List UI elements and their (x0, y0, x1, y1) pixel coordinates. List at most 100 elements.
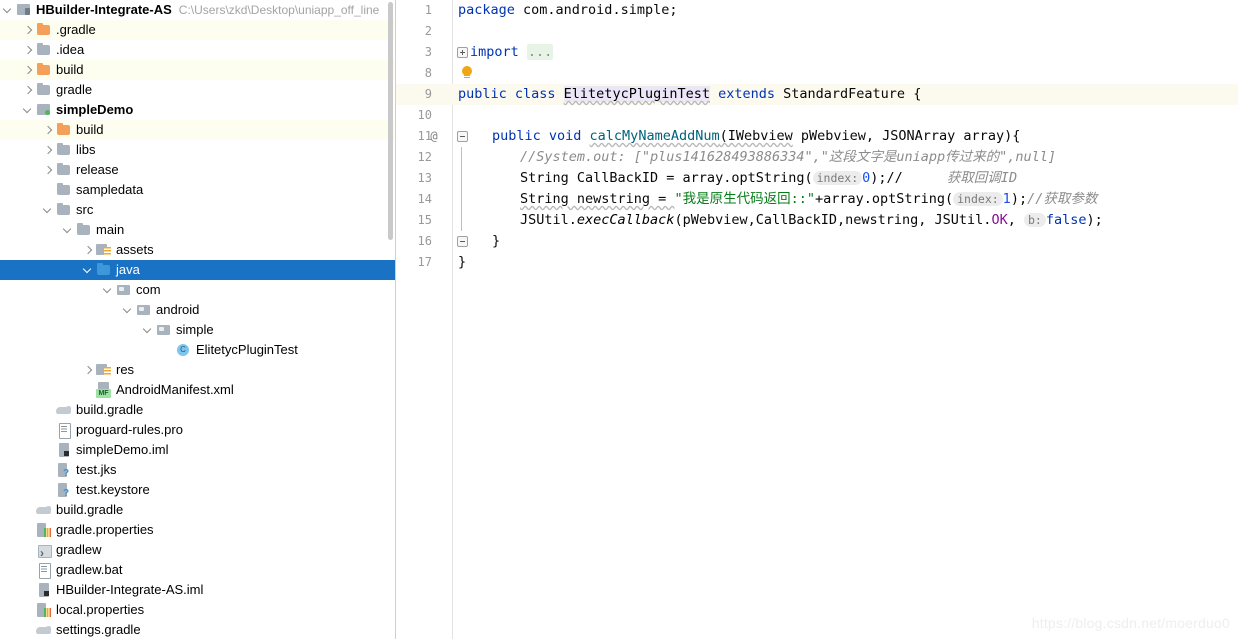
code-line[interactable]: 12 //System.out: ["plus141628493886334",… (396, 147, 1238, 168)
chevron-right-icon[interactable] (42, 120, 55, 140)
fold-expand-icon[interactable] (457, 47, 468, 58)
tree-row-elitetycplugintest[interactable]: ElitetycPluginTest (0, 340, 395, 360)
tree-row-test-jks[interactable]: test.jks (0, 460, 395, 484)
method-param-type: (IWebview (719, 128, 793, 144)
tree-row-main[interactable]: main (0, 220, 395, 240)
code-editor[interactable]: 1 package com.android.simple; 2 3 import… (396, 0, 1238, 639)
intention-bulb-icon[interactable] (460, 66, 474, 81)
tree-row-com[interactable]: com (0, 280, 395, 300)
chevron-right-icon[interactable] (22, 80, 35, 100)
tree-row-res[interactable]: res (0, 360, 395, 380)
tree-row-build[interactable]: build (0, 120, 395, 140)
chevron-down-icon[interactable] (22, 100, 35, 120)
chevron-down-icon[interactable] (82, 260, 95, 280)
code-line[interactable]: 17 } (396, 252, 1238, 273)
tree-row--gradle[interactable]: .gradle (0, 20, 395, 40)
code-line[interactable]: 10 (396, 105, 1238, 126)
tree-row-src[interactable]: src (0, 200, 395, 220)
tree-row-assets[interactable]: assets (0, 240, 395, 260)
tree-row-gradle[interactable]: gradle (0, 80, 395, 100)
tree-row-sampledata[interactable]: sampledata (0, 180, 395, 200)
tree-row-simpledemo-iml[interactable]: simpleDemo.iml (0, 440, 395, 460)
chevron-down-icon[interactable] (42, 200, 55, 220)
chevron-down-icon[interactable] (62, 220, 75, 240)
tree-row-simpledemo[interactable]: simpleDemo (0, 100, 395, 120)
code-text: } (492, 231, 500, 252)
code-line[interactable]: 1 package com.android.simple; (396, 0, 1238, 21)
method-name[interactable]: calcMyNameAddNum (590, 128, 720, 144)
code-line[interactable]: 11 @ public void calcMyNameAddNum(IWebvi… (396, 126, 1238, 147)
tree-row-root[interactable]: HBuilder-Integrate-AS C:\Users\zkd\Deskt… (0, 0, 395, 20)
class-name-identifier[interactable]: ElitetycPluginTest (563, 86, 710, 102)
gradle-icon (35, 620, 53, 639)
tree-row-build-gradle[interactable]: build.gradle (0, 500, 395, 520)
tree-row-simple[interactable]: simple (0, 320, 395, 340)
tree-row--idea[interactable]: .idea (0, 40, 395, 60)
tree-row-hbuilder-integrate-as-iml[interactable]: HBuilder-Integrate-AS.iml (0, 580, 395, 600)
folded-imports-placeholder[interactable]: ... (526, 44, 554, 60)
line-number: 16 (417, 234, 432, 248)
string-literal: "我是原生代码返回::" (674, 191, 815, 207)
chevron-down-icon[interactable] (122, 300, 135, 320)
chevron-right-icon[interactable] (22, 20, 35, 40)
tree-item-label: build (56, 62, 84, 77)
chevron-down-icon[interactable] (102, 280, 115, 300)
iml-file-icon (55, 440, 73, 460)
code-line[interactable]: 3 import ... (396, 42, 1238, 63)
tree-item-list: .gradle .idea build gradle simpleDemo build li… (0, 20, 395, 639)
project-scrollbar-thumb[interactable] (388, 2, 393, 240)
tree-row-libs[interactable]: libs (0, 140, 395, 160)
fold-collapse-end-icon[interactable] (457, 236, 468, 247)
param-hint-b[interactable]: b: (1023, 213, 1046, 227)
static-method-name[interactable]: execCallback (577, 212, 675, 228)
chevron-right-icon[interactable] (22, 40, 35, 60)
chevron-right-icon[interactable] (42, 160, 55, 180)
chevron-down-icon[interactable] (2, 0, 15, 20)
project-tree-panel[interactable]: HBuilder-Integrate-AS C:\Users\zkd\Deskt… (0, 0, 395, 639)
tree-row-settings-gradle[interactable]: settings.gradle (0, 620, 395, 639)
override-marker-icon[interactable]: @ (426, 126, 442, 147)
code-line[interactable]: 2 (396, 21, 1238, 42)
param-hint-index[interactable]: index: (953, 192, 1003, 206)
chevron-right-icon[interactable] (82, 360, 95, 380)
code-line[interactable]: 8 (396, 63, 1238, 84)
folder-icon (55, 180, 73, 200)
chevron-right-icon[interactable] (82, 240, 95, 260)
fold-collapse-icon[interactable] (457, 131, 468, 142)
tree-row-gradle-properties[interactable]: gradle.properties (0, 520, 395, 540)
res-folder-icon (95, 240, 113, 260)
tree-row-gradlew[interactable]: gradlew (0, 540, 395, 563)
tree-row-test-keystore[interactable]: test.keystore (0, 480, 395, 504)
superclass-name[interactable]: StandardFeature (783, 86, 905, 102)
chevron-right-icon[interactable] (22, 60, 35, 80)
tree-row-build[interactable]: build (0, 60, 395, 80)
param-hint-index[interactable]: index: (812, 171, 863, 185)
tree-row-androidmanifest-xml[interactable]: AndroidManifest.xml (0, 380, 395, 400)
code-line[interactable]: 15 JSUtil.execCallback(pWebview,CallBack… (396, 210, 1238, 231)
tree-row-proguard-rules-pro[interactable]: proguard-rules.pro (0, 420, 395, 440)
code-line[interactable]: 13 String CallBackID = array.optString(i… (396, 168, 1238, 189)
tree-row-gradlew-bat[interactable]: gradlew.bat (0, 560, 395, 580)
folder-icon (55, 140, 73, 160)
tree-row-java[interactable]: java (0, 260, 395, 280)
line-number: 13 (417, 171, 432, 185)
tree-row-release[interactable]: release (0, 160, 395, 180)
code-line[interactable]: 16 } (396, 231, 1238, 252)
tree-item-label: simple (176, 322, 214, 337)
folder-orange-icon (35, 20, 53, 40)
chevron-right-icon[interactable] (42, 140, 55, 160)
code-line[interactable]: 14 String newstring = "我是原生代码返回::"+array… (396, 189, 1238, 210)
project-scrollbar-track[interactable] (388, 0, 394, 639)
chevron-down-icon[interactable] (142, 320, 155, 340)
tree-item-label: release (76, 162, 119, 177)
code-line[interactable]: 9 public class ElitetycPluginTest extend… (396, 84, 1238, 105)
code-text: JSUtil.execCallback(pWebview,CallBackID,… (520, 210, 1103, 231)
tree-row-build-gradle[interactable]: build.gradle (0, 400, 395, 420)
tree-row-android[interactable]: android (0, 300, 395, 320)
tree-row-local-properties[interactable]: local.properties (0, 600, 395, 620)
